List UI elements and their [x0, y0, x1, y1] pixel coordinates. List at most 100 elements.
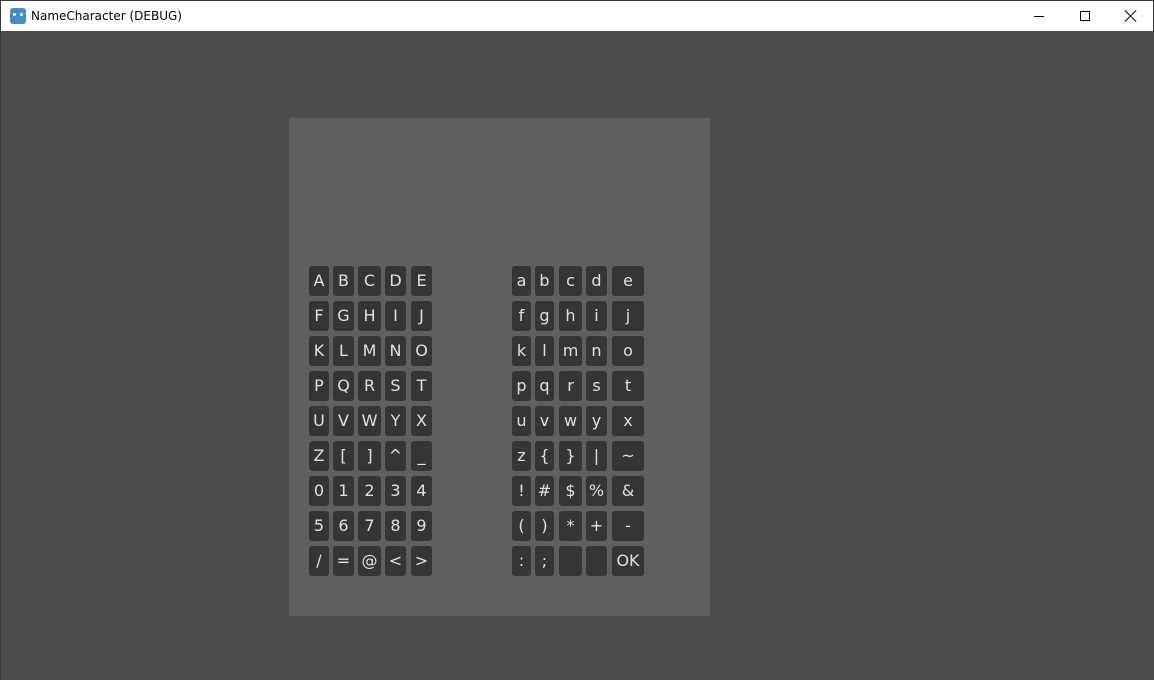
key-right-r1-c0[interactable]: f	[512, 301, 531, 331]
key-right-r5-c3[interactable]: |	[586, 441, 607, 471]
key-right-r8-c4[interactable]: OK	[612, 546, 644, 576]
minimize-button[interactable]	[1016, 1, 1062, 31]
key-left-r5-c0[interactable]: Z	[309, 441, 329, 471]
key-right-r6-c1[interactable]: #	[535, 476, 554, 506]
key-right-r2-c4[interactable]: o	[612, 336, 644, 366]
key-left-r5-c1[interactable]: [	[333, 441, 354, 471]
key-right-r3-c2[interactable]: r	[559, 371, 582, 401]
key-left-r0-c4[interactable]: E	[411, 266, 432, 296]
key-right-r0-c0[interactable]: a	[512, 266, 531, 296]
key-right-r1-c4[interactable]: j	[612, 301, 644, 331]
key-right-r6-c0[interactable]: !	[512, 476, 531, 506]
key-left-r6-c2[interactable]: 2	[358, 476, 381, 506]
key-left-r4-c0[interactable]: U	[309, 406, 329, 436]
key-left-r5-c2[interactable]: ]	[358, 441, 381, 471]
key-left-r3-c2[interactable]: R	[358, 371, 381, 401]
key-left-r4-c1[interactable]: V	[333, 406, 354, 436]
key-right-r3-c1[interactable]: q	[535, 371, 554, 401]
key-left-r1-c0[interactable]: F	[309, 301, 329, 331]
key-right-r2-c1[interactable]: l	[535, 336, 554, 366]
key-right-r0-c4[interactable]: e	[612, 266, 644, 296]
key-left-r1-c3[interactable]: I	[385, 301, 406, 331]
name-entry-panel: A B C D E F G H I J K L M N O P Q R S T U V W Y X Z[] ^ _ 0 1 2 3 4 5 6 7 8 9…	[289, 118, 710, 616]
key-right-r3-c0[interactable]: p	[512, 371, 531, 401]
key-left-r1-c1[interactable]: G	[333, 301, 354, 331]
key-right-r6-c4[interactable]: &	[612, 476, 644, 506]
key-right-r0-c2[interactable]: c	[559, 266, 582, 296]
key-right-r1-c2[interactable]: h	[559, 301, 582, 331]
key-left-r3-c0[interactable]: P	[309, 371, 329, 401]
key-left-r5-c3[interactable]: ^	[385, 441, 406, 471]
key-right-r6-c3[interactable]: %	[586, 476, 607, 506]
key-right-r3-c3[interactable]: s	[586, 371, 607, 401]
key-left-r4-c4[interactable]: X	[411, 406, 432, 436]
key-left-r5-c4[interactable]: _	[411, 441, 432, 471]
key-left-r1-c2[interactable]: H	[358, 301, 381, 331]
key-left-r7-c0[interactable]: 5	[309, 511, 329, 541]
key-left-r2-c4[interactable]: O	[411, 336, 432, 366]
key-right-r2-c2[interactable]: m	[559, 336, 582, 366]
key-right-r1-c1[interactable]: g	[535, 301, 554, 331]
key-left-r0-c1[interactable]: B	[333, 266, 354, 296]
key-left-r7-c3[interactable]: 8	[385, 511, 406, 541]
key-right-r2-c3[interactable]: n	[586, 336, 607, 366]
key-right-r4-c2[interactable]: w	[559, 406, 582, 436]
key-left-r0-c2[interactable]: C	[358, 266, 381, 296]
key-left-r2-c3[interactable]: N	[385, 336, 406, 366]
key-left-r6-c4[interactable]: 4	[411, 476, 432, 506]
key-left-r6-c3[interactable]: 3	[385, 476, 406, 506]
key-left-r8-c4[interactable]: >	[411, 546, 432, 576]
key-right-r2-c0[interactable]: k	[512, 336, 531, 366]
key-left-r8-c1[interactable]: =	[333, 546, 354, 576]
close-button[interactable]	[1108, 1, 1154, 31]
key-left-r6-c0[interactable]: 0	[309, 476, 329, 506]
key-left-r4-c2[interactable]: W	[358, 406, 381, 436]
key-right-r7-c1[interactable]: )	[535, 511, 554, 541]
key-left-r7-c2[interactable]: 7	[358, 511, 381, 541]
key-left-r0-c3[interactable]: D	[385, 266, 406, 296]
key-right-r0-c3[interactable]: d	[586, 266, 607, 296]
key-right-r8-c2[interactable]	[559, 546, 582, 576]
key-left-r7-c1[interactable]: 6	[333, 511, 354, 541]
maximize-icon	[1080, 11, 1090, 21]
key-right-r8-c3[interactable]	[586, 546, 607, 576]
key-left-r2-c0[interactable]: K	[309, 336, 329, 366]
key-right-r4-c0[interactable]: u	[512, 406, 531, 436]
key-right-r5-c2[interactable]: }	[559, 441, 582, 471]
key-right-r5-c0[interactable]: z	[512, 441, 531, 471]
key-left-r8-c3[interactable]: <	[385, 546, 406, 576]
key-left-r8-c2[interactable]: @	[358, 546, 381, 576]
key-right-r7-c4[interactable]: -	[612, 511, 644, 541]
key-right-r7-c2[interactable]: *	[559, 511, 582, 541]
key-left-r4-c3[interactable]: Y	[385, 406, 406, 436]
game-viewport: A B C D E F G H I J K L M N O P Q R S T U V W Y X Z[] ^ _ 0 1 2 3 4 5 6 7 8 9…	[2, 32, 1154, 680]
key-left-r1-c4[interactable]: J	[411, 301, 432, 331]
key-left-r3-c3[interactable]: S	[385, 371, 406, 401]
key-left-r7-c4[interactable]: 9	[411, 511, 432, 541]
key-right-r8-c0[interactable]: :	[512, 546, 531, 576]
key-left-r0-c0[interactable]: A	[309, 266, 329, 296]
key-right-r8-c1[interactable]: ;	[535, 546, 554, 576]
maximize-button[interactable]	[1062, 1, 1108, 31]
key-left-r8-c0[interactable]: /	[309, 546, 329, 576]
key-right-r7-c0[interactable]: (	[512, 511, 531, 541]
key-right-r4-c4[interactable]: x	[612, 406, 644, 436]
key-left-r6-c1[interactable]: 1	[333, 476, 354, 506]
minimize-icon	[1034, 15, 1044, 17]
key-right-r4-c1[interactable]: v	[535, 406, 554, 436]
godot-app-icon	[10, 8, 26, 24]
key-left-r3-c4[interactable]: T	[411, 371, 432, 401]
key-right-r6-c2[interactable]: $	[559, 476, 582, 506]
key-left-r2-c2[interactable]: M	[358, 336, 381, 366]
key-right-r0-c1[interactable]: b	[535, 266, 554, 296]
title-bar[interactable]: NameCharacter (DEBUG)	[1, 1, 1153, 31]
key-right-r7-c3[interactable]: +	[586, 511, 607, 541]
key-right-r5-c1[interactable]: {	[535, 441, 554, 471]
key-right-r1-c3[interactable]: i	[586, 301, 607, 331]
app-window: NameCharacter (DEBUG) ABCDE FGHIJ KLMNO PQR…	[0, 0, 1154, 680]
key-right-r3-c4[interactable]: t	[612, 371, 644, 401]
key-left-r3-c1[interactable]: Q	[333, 371, 354, 401]
key-left-r2-c1[interactable]: L	[333, 336, 354, 366]
key-right-r4-c3[interactable]: y	[586, 406, 607, 436]
key-right-r5-c4[interactable]: ~	[612, 441, 644, 471]
